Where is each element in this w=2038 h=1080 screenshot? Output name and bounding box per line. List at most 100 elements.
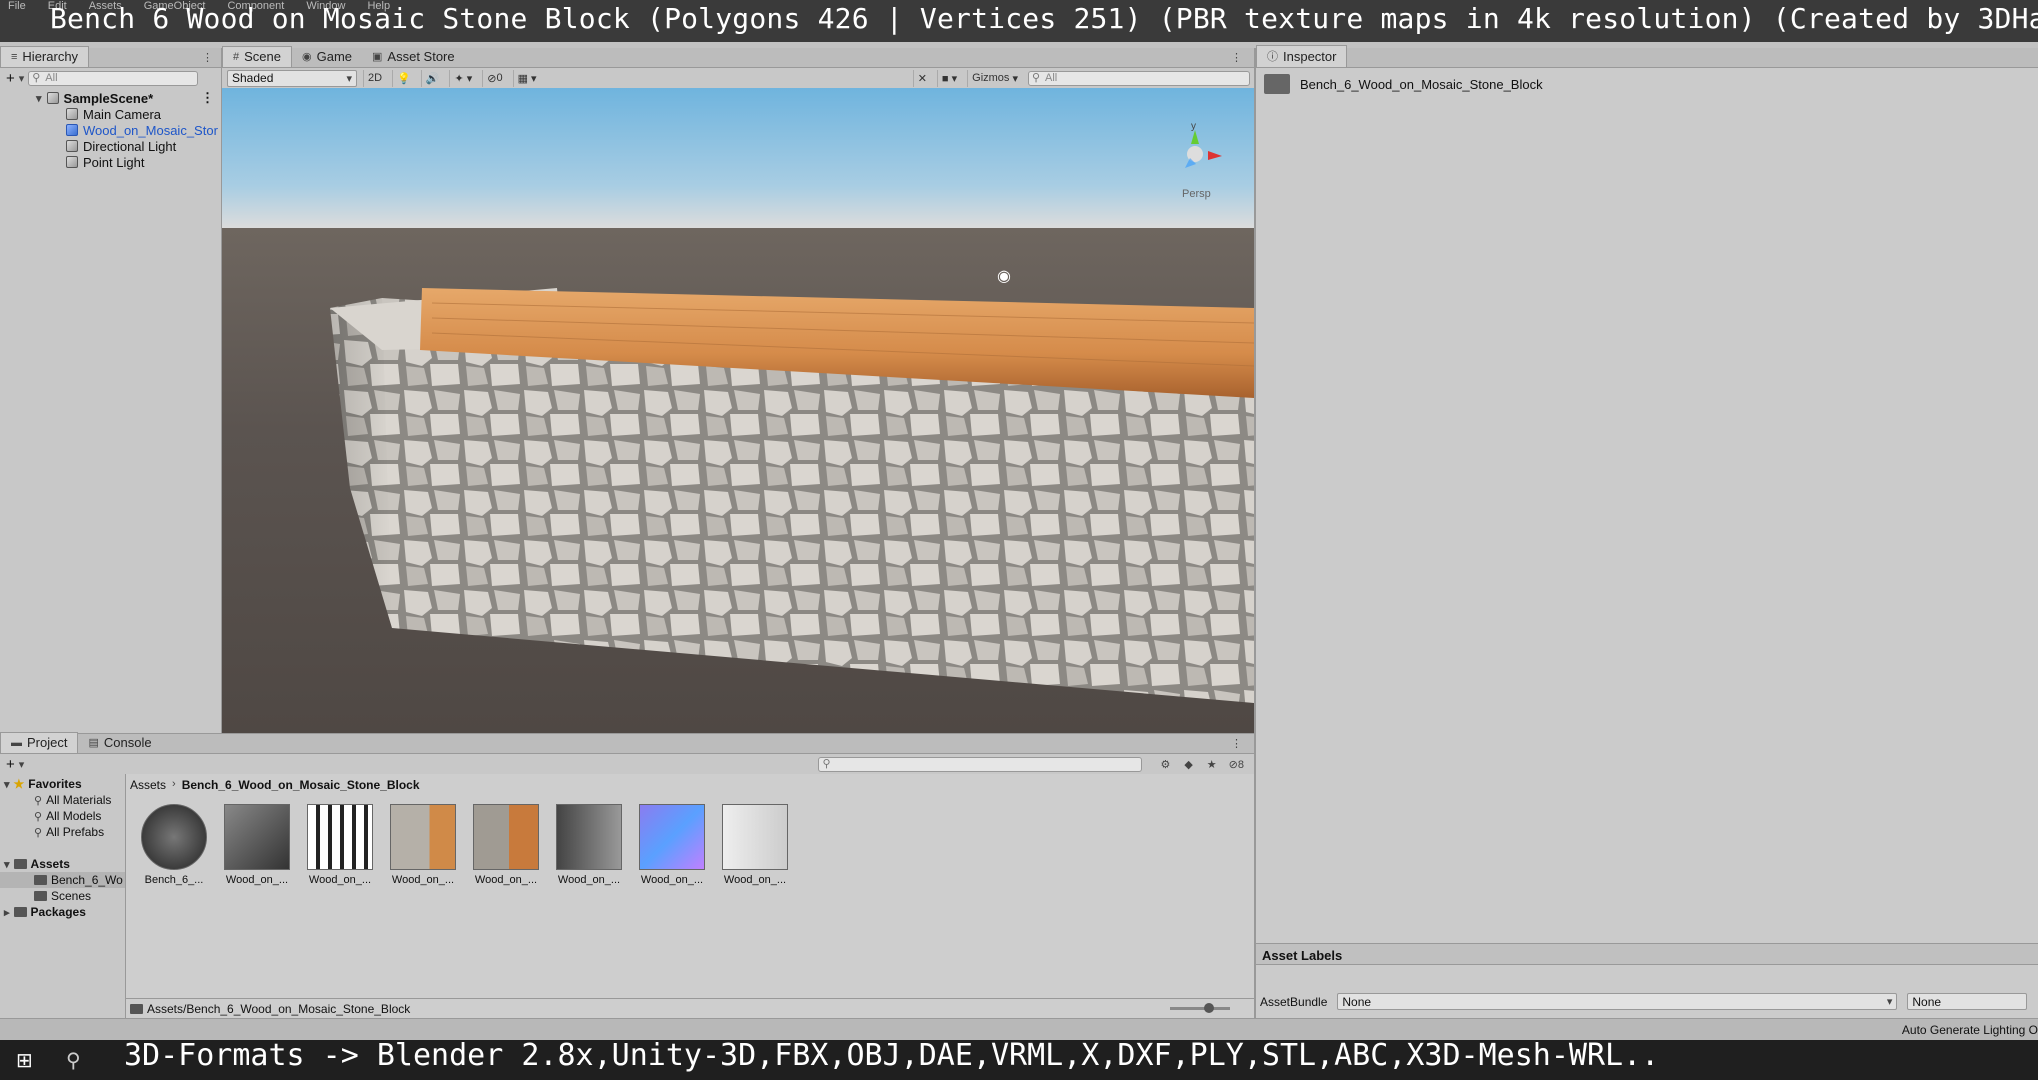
scene-viewport[interactable]: y Persp ◉ [222, 88, 1254, 733]
expand-arrow-icon[interactable]: ▾ [36, 92, 42, 105]
asset-labels-header[interactable]: Asset Labels [1256, 943, 2038, 965]
axis-gizmo-icon: y [1185, 121, 1222, 168]
lighting-toggle-icon[interactable]: 💡 [392, 69, 415, 87]
folder-icon [1264, 74, 1290, 94]
breadcrumb-root[interactable]: Assets [130, 778, 166, 792]
tab-hierarchy[interactable]: ≡ Hierarchy [0, 46, 90, 67]
scene-search-input[interactable]: All [1028, 70, 1250, 86]
view-cursor-icon: ◉ [997, 268, 1011, 285]
gizmos-dropdown[interactable]: Gizmos ▾ [967, 69, 1022, 87]
project-footer: Assets/Bench_6_Wood_on_Mosaic_Stone_Bloc… [126, 998, 1254, 1018]
folder-label: Bench_6_Wo [51, 873, 123, 887]
chevron-down-icon[interactable]: ▾ [19, 758, 25, 771]
tab-asset-store[interactable]: ▣ Asset Store [362, 47, 465, 67]
hierarchy-item-label: Wood_on_Mosaic_Stor [83, 122, 218, 138]
info-icon: ⓘ [1267, 51, 1278, 63]
gizmo-axis-label: y [1191, 122, 1196, 132]
favorite-all-prefabs[interactable]: ⚲ All Prefabs [0, 824, 125, 840]
expand-arrow-icon: ▾ [4, 778, 10, 791]
asset-item[interactable]: Wood_on_... [636, 804, 708, 886]
persp-label[interactable]: Persp [1182, 188, 1211, 200]
assetbundle-value: None [1342, 994, 1372, 1009]
folder-icon [34, 891, 47, 901]
hierarchy-item-wood-on-mosaic[interactable]: Wood_on_Mosaic_Stor [0, 122, 222, 138]
thumbnail-size-slider[interactable] [1170, 1003, 1230, 1013]
hierarchy-item-main-camera[interactable]: Main Camera [0, 106, 222, 122]
filter-type-icon[interactable]: ⚙ [1160, 758, 1170, 771]
asset-item[interactable]: Bench_6_... [138, 804, 210, 886]
asset-item[interactable]: Wood_on_... [221, 804, 293, 886]
favorite-all-models[interactable]: ⚲ All Models [0, 808, 125, 824]
tools-icon[interactable]: ✕ [912, 69, 931, 87]
hierarchy-toolbar: + ▾ All [0, 68, 222, 88]
project-search-input[interactable] [818, 756, 1143, 772]
toggle-2d-button[interactable]: 2D [363, 69, 386, 87]
asset-item[interactable]: Wood_on_... [719, 804, 791, 886]
gamepad-icon: ◉ [302, 51, 312, 63]
folder-bench[interactable]: Bench_6_Wo [0, 872, 125, 888]
unity-scene-icon [46, 92, 59, 104]
selected-path: Assets/Bench_6_Wood_on_Mosaic_Stone_Bloc… [147, 1001, 411, 1016]
add-icon[interactable]: + [6, 70, 15, 87]
shading-mode-dropdown[interactable]: Shaded ▾ [227, 69, 357, 87]
windows-start-icon[interactable]: ⊞ [16, 1048, 33, 1073]
asset-label: Wood_on_... [474, 874, 538, 886]
gameobject-icon [66, 108, 78, 120]
hierarchy-search-input[interactable]: All [28, 70, 199, 86]
tab-project[interactable]: ▬ Project [0, 732, 79, 753]
hierarchy-item-label: Point Light [83, 154, 145, 170]
hierarchy-item-directional-light[interactable]: Directional Light [0, 138, 222, 154]
hierarchy-tabbar: ≡ Hierarchy ⋮ [0, 46, 221, 68]
asset-item[interactable]: Wood_on_... [470, 804, 542, 886]
add-icon[interactable]: + [6, 756, 15, 773]
assets-row[interactable]: ▾ Assets [0, 856, 125, 872]
grid-toggle-icon[interactable]: ▦ ▾ [512, 69, 541, 87]
audio-toggle-icon[interactable]: 🔊 [420, 69, 444, 87]
asset-label: Wood_on_... [391, 874, 455, 886]
lighting-status[interactable]: Auto Generate Lighting O [1902, 1023, 2038, 1037]
favorite-label: All Models [46, 809, 102, 823]
packages-row[interactable]: ▸ Packages [0, 904, 125, 920]
tab-label: Console [103, 735, 152, 750]
hidden-objects-button[interactable]: ⊘ 0 [482, 69, 506, 87]
bench-model[interactable] [222, 88, 1254, 733]
effects-toggle-icon[interactable]: ✦ ▾ [449, 69, 476, 87]
label-icon[interactable]: ◆ [1184, 758, 1192, 771]
slider-handle[interactable] [1204, 1003, 1214, 1013]
assetbundle-dropdown[interactable]: None ▾ [1337, 993, 1898, 1010]
favorite-all-materials[interactable]: ⚲ All Materials [0, 792, 125, 808]
texture-thumbnail [307, 804, 373, 870]
chevron-down-icon[interactable]: ▾ [19, 72, 25, 85]
hierarchy-item-point-light[interactable]: Point Light [0, 154, 222, 170]
scene-root-row[interactable]: ▾ SampleScene* ⋮ [0, 90, 222, 106]
asset-item[interactable]: Wood_on_... [304, 804, 376, 886]
breadcrumb-current[interactable]: Bench_6_Wood_on_Mosaic_Stone_Block [182, 778, 420, 792]
expand-arrow-icon: ▸ [4, 906, 10, 919]
tab-game[interactable]: ◉ Game [292, 47, 362, 67]
folder-icon [13, 907, 27, 917]
favorites-row[interactable]: ▾ ★ Favorites [0, 776, 125, 792]
star-icon[interactable]: ★ [1207, 758, 1217, 771]
tab-label: Asset Store [387, 49, 455, 64]
lock-icon[interactable]: ⋮ [202, 51, 213, 64]
tab-scene[interactable]: # Scene [222, 46, 292, 67]
tab-console[interactable]: ▤ Console [78, 733, 161, 753]
camera-icon[interactable]: ■ ▾ [936, 69, 961, 87]
assetbundle-variant-dropdown[interactable]: None [1907, 993, 2028, 1010]
object-name: Bench_6_Wood_on_Mosaic_Stone_Block [1300, 76, 1543, 92]
asset-item[interactable]: Wood_on_... [553, 804, 625, 886]
more-icon[interactable]: ⋮ [1231, 51, 1242, 64]
asset-item[interactable]: Wood_on_... [387, 804, 459, 886]
search-icon: ⚲ [34, 794, 43, 807]
hidden-packages-button[interactable]: ⊘8 [1229, 758, 1244, 771]
more-icon[interactable]: ⋮ [201, 90, 214, 106]
orientation-gizmo[interactable]: y [1170, 121, 1230, 182]
folder-scenes[interactable]: Scenes [0, 888, 125, 904]
folder-icon [34, 875, 47, 885]
tab-inspector[interactable]: ⓘ Inspector [1256, 45, 1348, 67]
search-icon[interactable]: ⚲ [66, 1048, 81, 1073]
formats-overlay: 3D-Formats -> Blender 2.8x,Unity-3D,FBX,… [124, 1038, 1660, 1073]
tab-label: Inspector [1283, 48, 1337, 64]
menu-file[interactable]: File [8, 0, 26, 14]
more-icon[interactable]: ⋮ [1231, 737, 1242, 750]
